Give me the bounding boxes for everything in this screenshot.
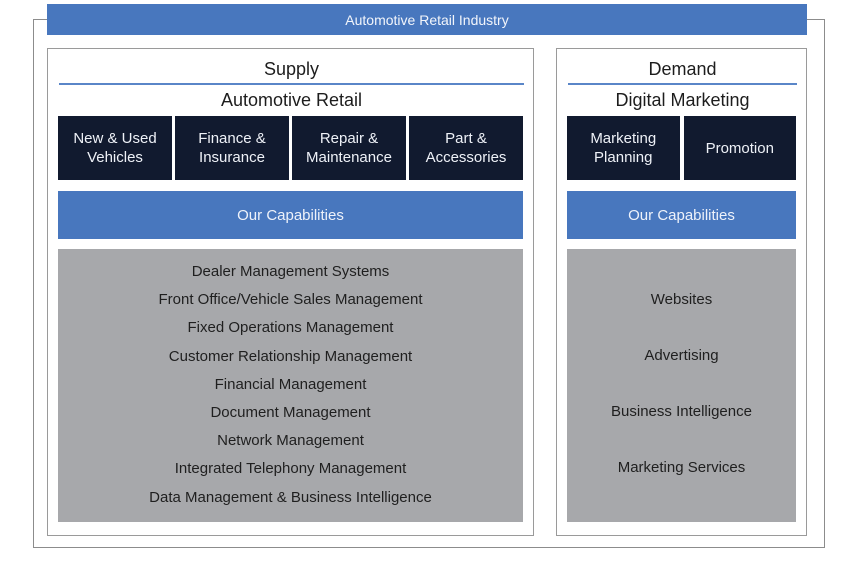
- capability-item[interactable]: Front Office/Vehicle Sales Management: [58, 289, 523, 317]
- tile-marketing-planning[interactable]: Marketing Planning: [567, 116, 680, 180]
- capability-item[interactable]: Websites: [567, 289, 796, 345]
- supply-capabilities-list: Dealer Management Systems Front Office/V…: [58, 249, 523, 522]
- industry-banner: Automotive Retail Industry: [47, 4, 807, 35]
- tile-promotion[interactable]: Promotion: [683, 116, 796, 180]
- supply-title: Supply: [59, 57, 524, 85]
- capability-item[interactable]: Financial Management: [58, 374, 523, 402]
- demand-title: Demand: [568, 57, 797, 85]
- capability-item[interactable]: Advertising: [567, 345, 796, 401]
- capability-item[interactable]: Document Management: [58, 402, 523, 430]
- demand-capabilities-list: Websites Advertising Business Intelligen…: [567, 249, 796, 522]
- tile-new-used-vehicles[interactable]: New & Used Vehicles: [58, 116, 172, 180]
- capability-item[interactable]: Dealer Management Systems: [58, 261, 523, 289]
- supply-panel: Supply Automotive Retail New & Used Vehi…: [47, 48, 534, 536]
- supply-capabilities-header[interactable]: Our Capabilities: [58, 191, 523, 239]
- capability-item[interactable]: Network Management: [58, 430, 523, 458]
- capability-item[interactable]: Marketing Services: [567, 457, 796, 513]
- capability-item[interactable]: Data Management & Business Intelligence: [58, 487, 523, 515]
- supply-subtitle: Automotive Retail: [220, 90, 363, 110]
- demand-capabilities-header[interactable]: Our Capabilities: [567, 191, 796, 239]
- demand-panel: Demand Digital Marketing Marketing Plann…: [556, 48, 807, 536]
- supply-segment-tiles: New & Used Vehicles Finance & Insurance …: [58, 116, 523, 180]
- capability-item[interactable]: Customer Relationship Management: [58, 346, 523, 374]
- demand-segment-tiles: Marketing Planning Promotion: [567, 116, 796, 180]
- tile-repair-maintenance[interactable]: Repair & Maintenance: [292, 116, 406, 180]
- capability-item[interactable]: Business Intelligence: [567, 401, 796, 457]
- demand-subtitle: Digital Marketing: [615, 90, 750, 110]
- tile-part-accessories[interactable]: Part & Accessories: [409, 116, 523, 180]
- capability-item[interactable]: Integrated Telephony Management: [58, 458, 523, 486]
- capability-item[interactable]: Fixed Operations Management: [58, 317, 523, 345]
- tile-finance-insurance[interactable]: Finance & Insurance: [175, 116, 289, 180]
